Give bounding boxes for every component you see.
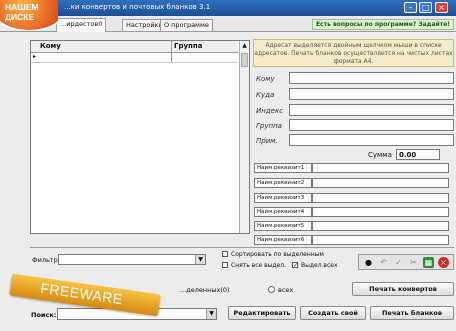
row-marker-icon: ▸ — [33, 53, 37, 60]
sum-field[interactable]: 0.00 — [396, 149, 440, 160]
sender-field-6[interactable] — [312, 235, 449, 245]
tab-bar: ...ирдестов0 Настройки О программе Есть … — [0, 17, 456, 32]
print-envelopes-button[interactable]: Печать конвертов — [352, 282, 454, 296]
field-label-index: Индекс — [256, 107, 284, 115]
tab-about[interactable]: О программе — [160, 19, 213, 31]
delete-icon[interactable]: × — [438, 257, 449, 268]
field-label-to: Кому — [256, 75, 275, 83]
disk-badge: НАШЕМ ДИСКЕ — [0, 0, 58, 30]
scroll-up-icon[interactable]: ▲ — [241, 42, 248, 50]
check-icon[interactable]: ✓ — [393, 257, 404, 268]
select-all-checkbox[interactable]: ✓ — [292, 262, 298, 269]
sender-field-2[interactable] — [312, 178, 449, 188]
vertical-scrollbar[interactable]: ▲ — [239, 41, 249, 233]
field-label-note: Прим. — [256, 137, 278, 145]
cut-icon[interactable]: ✂ — [408, 257, 419, 268]
chevron-down-icon[interactable]: ▼ — [206, 309, 216, 319]
select-all-label: Выдел.всех — [301, 262, 338, 269]
disk-badge-line1: НАШЕМ — [5, 2, 39, 12]
note-field[interactable] — [289, 134, 454, 146]
maximize-button[interactable]: □ — [419, 2, 432, 13]
table-header: Кому Группа — [31, 41, 238, 53]
sender-label-1: Наим.реквизит1 — [254, 163, 312, 173]
scroll-thumb[interactable] — [241, 53, 248, 67]
sender-label-4: Наим.реквизит4 — [254, 207, 312, 217]
group-field[interactable] — [289, 119, 454, 131]
freeware-badge: FREEWARE — [0, 262, 180, 331]
back-icon[interactable]: ↶ — [378, 257, 389, 268]
window-title: ...ки конвертов и почтовых бланков 3.1 — [64, 3, 211, 11]
print-all-label: всех — [278, 286, 294, 294]
sender-field-1[interactable] — [312, 163, 449, 173]
column-header-to[interactable]: Кому — [38, 41, 172, 52]
field-label-where: Куда — [256, 91, 275, 99]
sender-field-3[interactable] — [312, 193, 449, 203]
excel-icon[interactable]: ▦ — [423, 257, 434, 268]
sender-label-5: Наим.реквизит5 — [254, 221, 312, 231]
toolbar: ● ↶ ✓ ✂ ▦ × — [358, 254, 454, 270]
tab-addressees[interactable]: ...ирдестов0 — [56, 18, 107, 32]
divider — [30, 247, 454, 248]
chevron-down-icon[interactable]: ▼ — [195, 255, 205, 264]
table-cell[interactable] — [38, 53, 172, 62]
info-note: Адресат выделяется двойным щелчком мыши … — [253, 39, 454, 67]
print-all-radio[interactable] — [268, 286, 275, 293]
column-header-group[interactable]: Группа — [172, 41, 238, 52]
unselect-all-checkbox[interactable] — [222, 262, 228, 268]
sender-label-3: Наим.реквизит3 — [254, 193, 312, 203]
disk-badge-line2: ДИСКЕ — [5, 12, 35, 22]
sender-field-4[interactable] — [312, 207, 449, 217]
sender-label-6: Наим.реквизит6 — [254, 235, 312, 245]
address-field[interactable] — [289, 88, 454, 100]
sort-selected-label: Сортировать по выделенным — [231, 251, 324, 258]
postal-index-field[interactable] — [289, 104, 454, 116]
to-field[interactable] — [289, 72, 454, 84]
record-icon[interactable]: ● — [363, 257, 374, 268]
sort-selected-checkbox[interactable] — [222, 251, 228, 257]
addressee-table[interactable]: Кому Группа ▸ ▲ — [30, 40, 250, 234]
table-row[interactable]: ▸ — [31, 53, 238, 63]
freeware-text: FREEWARE — [39, 279, 124, 308]
sum-label: Сумма — [368, 151, 392, 159]
freeware-ribbon: FREEWARE — [9, 273, 161, 317]
print-forms-button[interactable]: Печать бланков — [370, 306, 454, 320]
sender-label-2: Наим.реквизит2 — [254, 178, 312, 188]
help-link[interactable]: Есть вопросы по программе? Задайте! — [312, 19, 454, 30]
close-button[interactable]: × — [435, 2, 448, 13]
field-label-group: Группа — [256, 122, 282, 130]
title-bar[interactable]: ...ки конвертов и почтовых бланков 3.1 –… — [0, 0, 456, 16]
minimize-button[interactable]: – — [404, 2, 417, 13]
print-selected-label: ...деленных(0) — [180, 286, 230, 294]
unselect-all-label: Снять все выдел. — [231, 262, 286, 269]
sender-field-5[interactable] — [312, 221, 449, 231]
edit-button[interactable]: Редактировать — [228, 306, 296, 320]
create-own-button[interactable]: Создать свой — [300, 306, 366, 320]
